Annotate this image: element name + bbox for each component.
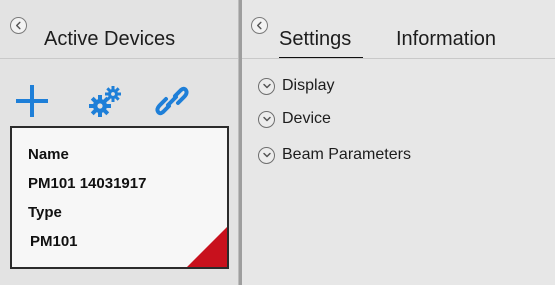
device-name-value: PM101 14031917 (28, 175, 147, 192)
section-label: Device (282, 110, 331, 127)
link-icon[interactable] (155, 84, 189, 118)
chevron-left-icon (256, 21, 262, 30)
section-label: Beam Parameters (282, 146, 411, 163)
collapse-left-panel-button[interactable] (10, 17, 27, 34)
section-label: Display (282, 77, 335, 94)
chevron-down-icon (258, 77, 275, 95)
section-beam-parameters[interactable]: Beam Parameters (258, 145, 411, 165)
device-type-label: Type (28, 204, 62, 221)
header-divider (0, 58, 238, 59)
chevron-down-icon (258, 110, 275, 128)
device-type-value: PM101 (30, 233, 78, 250)
chevron-down-icon (258, 146, 275, 164)
active-devices-panel: Active Devices Name PM101 14031917 Type … (0, 0, 239, 285)
plus-icon[interactable] (14, 83, 50, 119)
tab-settings[interactable]: Settings (279, 28, 351, 51)
section-display[interactable]: Display (258, 76, 334, 96)
collapse-right-panel-button[interactable] (251, 17, 268, 34)
tab-divider (242, 58, 555, 59)
gears-icon[interactable] (88, 84, 124, 118)
tab-information[interactable]: Information (396, 28, 496, 51)
chevron-left-icon (15, 21, 21, 30)
device-card[interactable]: Name PM101 14031917 Type PM101 (10, 126, 229, 269)
section-device[interactable]: Device (258, 109, 331, 129)
device-name-label: Name (28, 146, 69, 163)
status-corner-indicator (187, 227, 227, 267)
panel-title: Active Devices (44, 28, 176, 50)
